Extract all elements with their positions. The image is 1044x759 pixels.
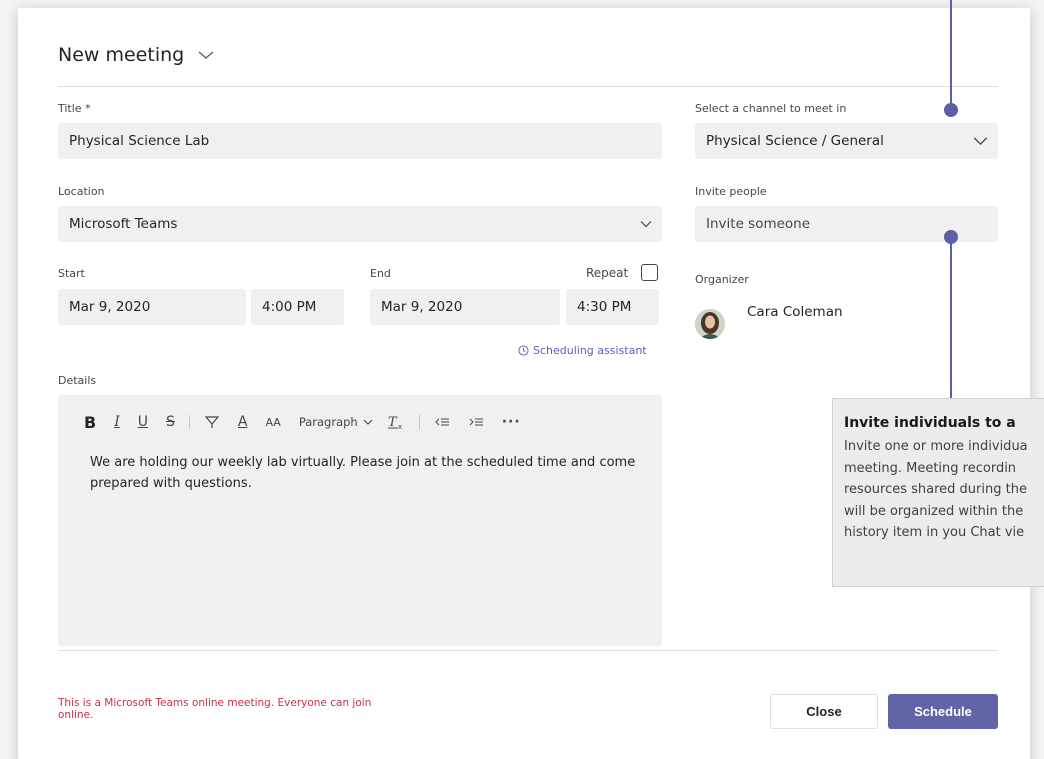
toolbar-separator <box>418 415 420 429</box>
underline-button[interactable]: U <box>138 411 148 433</box>
start-label: Start <box>58 267 85 280</box>
callout-line: will be organized within the <box>844 503 1024 519</box>
title-label: Title * <box>58 102 91 115</box>
organizer-label: Organizer <box>695 273 749 286</box>
channel-dropdown[interactable]: Physical Science / General <box>695 123 998 159</box>
avatar <box>695 309 725 339</box>
svg-text:x: x <box>398 423 402 430</box>
chevron-down-icon <box>198 51 214 59</box>
chevron-down-icon <box>363 419 373 425</box>
font-size-button[interactable]: AA <box>265 411 280 433</box>
callout-line: meeting. Meeting recordin <box>844 460 1017 476</box>
callout-line: history item in you Chat vie <box>844 525 1025 540</box>
indent-icon <box>469 418 483 426</box>
clock-icon <box>518 345 529 356</box>
callout-connector-invite <box>950 237 952 399</box>
scheduling-assistant-label: Scheduling assistant <box>533 344 647 357</box>
strikethrough-button[interactable]: S <box>166 411 175 433</box>
formatting-toolbar: B I U S A AA Paragraph T x ··· <box>84 411 539 433</box>
close-button[interactable]: Close <box>770 694 878 729</box>
end-time-value: 4:30 PM <box>577 299 632 315</box>
invite-callout-tooltip: Invite individuals to a Invite one or mo… <box>832 398 1044 587</box>
location-label: Location <box>58 185 105 198</box>
increase-indent-button[interactable] <box>468 411 484 433</box>
paragraph-label: Paragraph <box>298 415 358 429</box>
outdent-icon <box>435 418 449 426</box>
details-editor[interactable]: B I U S A AA Paragraph T x ··· We are ho… <box>58 395 662 646</box>
start-date-value: Mar 9, 2020 <box>69 299 151 315</box>
decrease-indent-button[interactable] <box>434 411 450 433</box>
highlight-button[interactable] <box>204 411 220 433</box>
paragraph-dropdown[interactable]: Paragraph <box>299 411 373 433</box>
organizer-name: Cara Coleman <box>747 304 843 320</box>
callout-line: resources shared during the <box>844 482 1027 497</box>
schedule-button[interactable]: Schedule <box>888 694 998 729</box>
footer-divider <box>58 650 998 651</box>
toolbar-separator <box>188 415 190 429</box>
invite-placeholder: Invite someone <box>706 216 811 232</box>
more-options-button[interactable]: ··· <box>502 411 521 433</box>
end-date-picker[interactable]: Mar 9, 2020 <box>370 289 560 325</box>
callout-dot-channel <box>944 103 958 117</box>
callout-line: Invite one or more individua <box>844 439 1028 454</box>
invite-label: Invite people <box>695 185 767 198</box>
location-dropdown[interactable]: Microsoft Teams <box>58 206 662 242</box>
details-text[interactable]: We are holding our weekly lab virtually.… <box>90 452 650 494</box>
clear-formatting-button[interactable]: T x <box>387 411 405 433</box>
end-label: End <box>370 267 391 280</box>
end-time-picker[interactable]: 4:30 PM <box>566 289 659 325</box>
location-value: Microsoft Teams <box>69 216 178 232</box>
repeat-label: Repeat <box>586 266 629 280</box>
start-time-picker[interactable]: 4:00 PM <box>251 289 344 325</box>
callout-title: Invite individuals to a <box>844 415 1016 431</box>
header-divider <box>58 86 998 87</box>
end-date-value: Mar 9, 2020 <box>381 299 463 315</box>
dialog-header[interactable]: New meeting <box>58 44 214 66</box>
clear-format-icon: T x <box>387 415 402 430</box>
title-value: Physical Science Lab <box>69 133 210 149</box>
font-color-button[interactable]: A <box>238 411 248 433</box>
details-label: Details <box>58 374 97 387</box>
new-meeting-dialog: New meeting Title * Physical Science Lab… <box>18 8 1030 759</box>
repeat-checkbox[interactable] <box>641 264 658 281</box>
channel-value: Physical Science / General <box>706 133 884 149</box>
callout-connector-top <box>950 0 952 110</box>
organizer-photo <box>695 309 725 339</box>
chevron-down-icon <box>640 221 652 228</box>
title-input[interactable]: Physical Science Lab <box>58 123 662 159</box>
chevron-down-icon <box>973 137 988 146</box>
channel-label: Select a channel to meet in <box>695 102 847 115</box>
start-date-picker[interactable]: Mar 9, 2020 <box>58 289 246 325</box>
italic-button[interactable]: I <box>114 411 120 433</box>
highlighter-icon <box>204 416 220 428</box>
online-meeting-notice: This is a Microsoft Teams online meeting… <box>58 697 372 721</box>
scheduling-assistant-link[interactable]: Scheduling assistant <box>518 344 647 357</box>
start-time-value: 4:00 PM <box>262 299 317 315</box>
bold-button[interactable]: B <box>84 411 96 433</box>
dialog-title: New meeting <box>58 44 185 66</box>
